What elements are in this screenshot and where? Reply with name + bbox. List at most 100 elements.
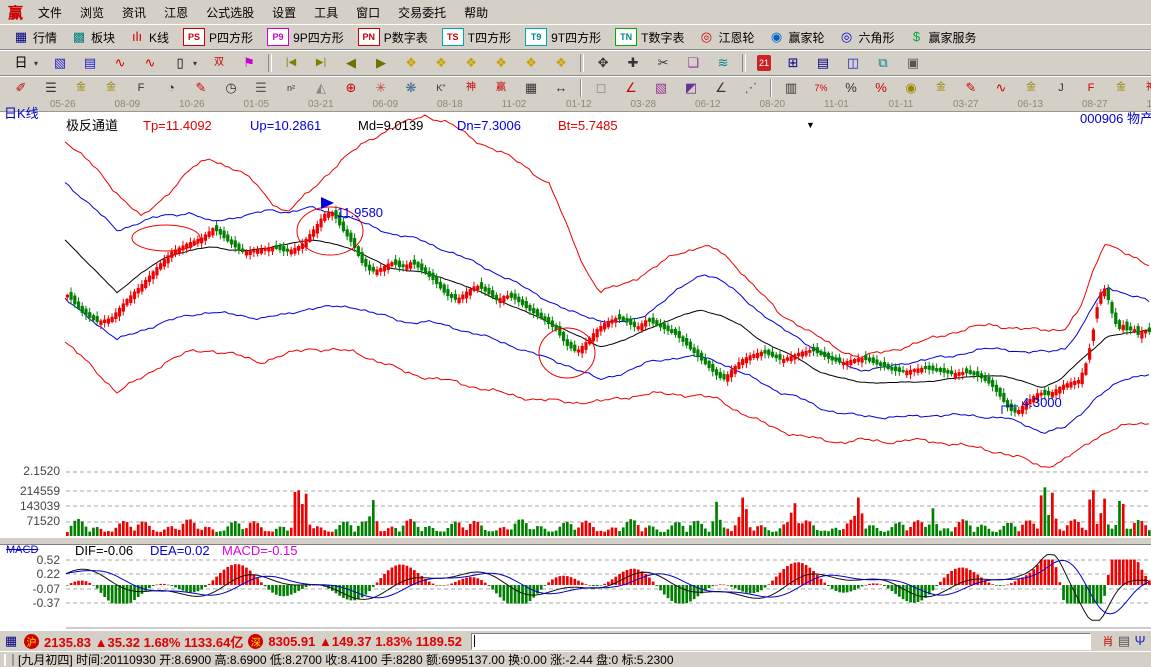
target-icon[interactable]: ⊕ xyxy=(336,76,366,100)
j-angle-icon[interactable]: J xyxy=(1046,76,1076,100)
k-notation-icon[interactable]: K" xyxy=(426,76,456,100)
draw-pen-icon[interactable]: ✐ xyxy=(6,76,36,100)
notes-icon[interactable]: ▤ xyxy=(808,51,838,75)
t-square-button[interactable]: TST四方形 xyxy=(435,25,518,49)
copy-icon[interactable]: ⧉ xyxy=(868,51,898,75)
spiral-icon[interactable]: ◔ xyxy=(156,76,186,100)
gold-level-2-icon[interactable]: 金 xyxy=(96,76,126,100)
grid-123-icon[interactable]: ▦ xyxy=(516,76,546,100)
menu-news[interactable]: 资讯 xyxy=(113,3,155,23)
menu-trade[interactable]: 交易委托 xyxy=(389,3,455,23)
dual-view-icon[interactable]: 双 xyxy=(204,51,234,75)
pen2-icon[interactable]: ✎ xyxy=(186,76,216,100)
gold-circle-icon[interactable]: ◉ xyxy=(896,76,926,100)
grid-lines-icon[interactable]: ☰ xyxy=(246,76,276,100)
xiao-icon[interactable]: 肖 xyxy=(1100,634,1116,650)
report-icon[interactable]: ▤ xyxy=(75,51,105,75)
kline-button[interactable]: ılıK线 xyxy=(122,25,176,49)
first-bar-icon[interactable]: |◀ xyxy=(276,51,306,75)
hand-tool-icon[interactable]: ✥ xyxy=(588,51,618,75)
next-bar-icon[interactable]: ▶ xyxy=(366,51,396,75)
percent-line-icon[interactable]: % xyxy=(866,76,896,100)
angle-icon[interactable]: ∠ xyxy=(706,76,736,100)
percent-7-icon[interactable]: 7% xyxy=(806,76,836,100)
map-icon[interactable]: ≋ xyxy=(708,51,738,75)
winner-service-button[interactable]: $赢家服务 xyxy=(902,25,984,49)
shen-angle-icon[interactable]: 神 xyxy=(1136,76,1151,100)
gann-diamond-4-icon[interactable]: ❖ xyxy=(486,51,516,75)
measure-icon[interactable]: ✂ xyxy=(648,51,678,75)
stamp-icon[interactable]: ❏ xyxy=(678,51,708,75)
status-bar: [九月初四] 时间:20110930 开:8.6900 高:8.6900 低:8… xyxy=(0,651,1151,667)
drawer-icon[interactable]: ▤ xyxy=(1116,633,1132,649)
wave-tool-icon[interactable]: ∿ xyxy=(986,76,1016,100)
gold-wave-icon[interactable]: 金 xyxy=(1016,76,1046,100)
f-angle-icon[interactable]: F xyxy=(1076,76,1106,100)
last-bar-icon[interactable]: ▶| xyxy=(306,51,336,75)
gold2-angle-icon[interactable]: 金 xyxy=(1106,76,1136,100)
shaded-box-icon[interactable]: ◩ xyxy=(676,76,706,100)
quotes-button[interactable]: ▦行情 xyxy=(6,25,64,49)
keyboard-wizard-input[interactable] xyxy=(471,633,1091,650)
p-square-button[interactable]: PSP四方形 xyxy=(176,25,260,49)
menu-formula-stock-pick[interactable]: 公式选股 xyxy=(197,3,263,23)
flag-icon[interactable]: ⚑ xyxy=(234,51,264,75)
gann-diamond-5-icon[interactable]: ❖ xyxy=(516,51,546,75)
9t-square-button[interactable]: T99T四方形 xyxy=(518,25,608,49)
time-cycle-icon[interactable]: ◷ xyxy=(216,76,246,100)
calendar-icon[interactable]: 21 xyxy=(750,51,778,75)
calculator-icon[interactable]: ⊞ xyxy=(778,51,808,75)
ying-tool-icon[interactable]: 赢 xyxy=(486,76,516,100)
percent-icon[interactable]: % xyxy=(836,76,866,100)
prev-bar-icon[interactable]: ◀ xyxy=(336,51,366,75)
candle-style-icon[interactable]: ▯▾ xyxy=(165,51,204,75)
wave9-icon[interactable]: ∿ xyxy=(135,51,165,75)
square-number-icon[interactable]: n² xyxy=(276,76,306,100)
menu-settings[interactable]: 设置 xyxy=(263,3,305,23)
chart-area[interactable]: 05-2608-0910-2601-0503-2106-0908-1811-02… xyxy=(0,98,1151,630)
gann-diamond-6-icon[interactable]: ❖ xyxy=(546,51,576,75)
menu-window[interactable]: 窗口 xyxy=(347,3,389,23)
pane-splitter[interactable] xyxy=(0,537,1151,545)
hexagon-button[interactable]: ◎六角形 xyxy=(832,25,902,49)
wave3-icon[interactable]: ∿ xyxy=(105,51,135,75)
gold-angle-icon[interactable]: 金 xyxy=(926,76,956,100)
box-tool-icon[interactable]: ◻ xyxy=(586,76,616,100)
expand-icon[interactable]: ↔ xyxy=(546,76,576,100)
save-icon[interactable]: ◫ xyxy=(838,51,868,75)
menu-browse[interactable]: 浏览 xyxy=(71,3,113,23)
print-icon[interactable]: ▣ xyxy=(898,51,928,75)
rays-icon[interactable]: ∠ xyxy=(616,76,646,100)
gann-diamond-2-icon[interactable]: ❖ xyxy=(426,51,456,75)
winner-wheel-button[interactable]: ◉赢家轮 xyxy=(761,25,831,49)
gann-diamond-1-icon[interactable]: ❖ xyxy=(396,51,426,75)
antenna-icon[interactable]: Ψ xyxy=(1132,633,1148,649)
triangle-icon[interactable]: ◭ xyxy=(306,76,336,100)
price-grid-icon[interactable]: ▥ xyxy=(776,76,806,100)
9p-square-button[interactable]: P99P四方形 xyxy=(260,25,351,49)
menu-file[interactable]: 文件 xyxy=(29,3,71,23)
star-icon[interactable]: ✳ xyxy=(366,76,396,100)
period-selector[interactable]: 日▾ xyxy=(6,51,45,75)
gold-level-1-icon[interactable]: 金 xyxy=(66,76,96,100)
t-number-table-button[interactable]: TNT数字表 xyxy=(608,25,691,49)
shen-tool-icon[interactable]: 神 xyxy=(456,76,486,100)
pattern-view-icon[interactable]: ▧ xyxy=(45,51,75,75)
p-number-table-button[interactable]: PNP数字表 xyxy=(351,25,435,49)
menu-help[interactable]: 帮助 xyxy=(455,3,497,23)
gann-diamond-3-icon[interactable]: ❖ xyxy=(456,51,486,75)
menu-tools[interactable]: 工具 xyxy=(305,3,347,23)
fibonacci-icon[interactable]: F xyxy=(126,76,156,100)
mark-pen-icon[interactable]: ✎ xyxy=(956,76,986,100)
shenzhen-index-icon[interactable]: 深 xyxy=(248,634,263,649)
dots-line-icon[interactable]: ⋰ xyxy=(736,76,766,100)
gann-wheel-button[interactable]: ◎江恩轮 xyxy=(691,25,761,49)
horizontal-lines-icon[interactable]: ☰ xyxy=(36,76,66,100)
box-rays-icon[interactable]: ▧ xyxy=(646,76,676,100)
web-icon[interactable]: ❋ xyxy=(396,76,426,100)
crosshair-icon[interactable]: ✚ xyxy=(618,51,648,75)
market-grid-icon[interactable]: ▦ xyxy=(3,633,19,649)
shanghai-index-icon[interactable]: 沪 xyxy=(24,634,39,649)
menu-gann[interactable]: 江恩 xyxy=(155,3,197,23)
sectors-button[interactable]: ▩板块 xyxy=(64,25,122,49)
